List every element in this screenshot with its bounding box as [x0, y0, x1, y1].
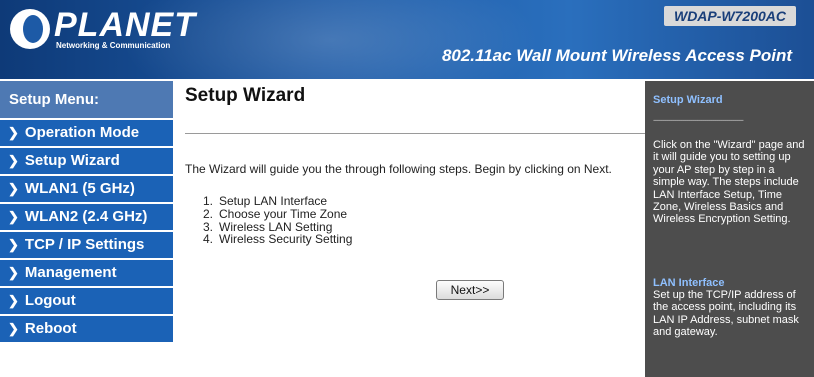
menu-item-label: Operation Mode [24, 124, 140, 141]
planet-logo-icon [10, 9, 50, 49]
chevron-right-icon: ❯ [8, 181, 19, 196]
help-title: Setup Wizard [653, 94, 723, 106]
brand-tagline: Networking & Communication [56, 40, 171, 50]
menu-item-label: Logout [24, 292, 76, 309]
chevron-right-icon: ❯ [8, 125, 19, 140]
wizard-intro-text: The Wizard will guide you the through fo… [185, 162, 612, 176]
menu-item-reboot[interactable]: ❯ Reboot [0, 316, 173, 342]
menu-item-setup-wizard[interactable]: ❯ Setup Wizard [0, 148, 173, 174]
header-banner: PLANET Networking & Communication WDAP-W… [0, 0, 814, 79]
wizard-steps-list: 1. Setup LAN Interface 2. Choose your Time… [203, 195, 352, 246]
menu-item-label: Reboot [24, 320, 77, 337]
chevron-right-icon: ❯ [8, 209, 19, 224]
help-text: Click on the "Wizard" page and it will g… [653, 139, 805, 226]
list-item: 4. Wireless Security Setting [203, 232, 353, 247]
page-title: Setup Wizard [185, 85, 306, 106]
menu-title: Setup Menu: [0, 81, 173, 118]
model-badge: WDAP-W7200AC [663, 6, 796, 26]
menu-item-wlan2[interactable]: ❯ WLAN2 (2.4 GHz) [0, 204, 173, 230]
help-subtitle: LAN Interface [653, 277, 725, 289]
title-divider [185, 133, 645, 134]
chevron-right-icon: ❯ [8, 293, 19, 308]
chevron-right-icon: ❯ [8, 237, 19, 252]
planet-logo: PLANET Networking & Communication [10, 7, 196, 51]
product-title: 802.11ac Wall Mount Wireless Access Poin… [441, 46, 792, 65]
menu-item-management[interactable]: ❯ Management [0, 260, 173, 286]
menu-item-label: WLAN1 (5 GHz) [24, 180, 135, 197]
menu-item-logout[interactable]: ❯ Logout [0, 288, 173, 314]
chevron-right-icon: ❯ [8, 265, 19, 280]
menu-item-operation-mode[interactable]: ❯ Operation Mode [0, 120, 173, 146]
menu-item-label: TCP / IP Settings [24, 236, 145, 253]
chevron-right-icon: ❯ [8, 321, 19, 336]
setup-menu: Setup Menu: ❯ Operation Mode ❯ Setup Wizar… [0, 81, 173, 377]
menu-item-label: WLAN2 (2.4 GHz) [24, 208, 148, 225]
menu-item-label: Setup Wizard [24, 152, 120, 169]
help-panel: Setup Wizard ---------------------------… [645, 81, 814, 377]
menu-item-tcp-ip-settings[interactable]: ❯ TCP / IP Settings [0, 232, 173, 258]
help-separator: ----------------------------------------… [653, 115, 744, 125]
help-subtext: Set up the TCP/IP address of the access … [653, 289, 799, 339]
menu-item-label: Management [24, 264, 117, 281]
chevron-right-icon: ❯ [8, 153, 19, 168]
next-button[interactable]: Next>> [436, 280, 504, 300]
menu-item-wlan1[interactable]: ❯ WLAN1 (5 GHz) [0, 176, 173, 202]
main-content: Setup Wizard The Wizard will guide you t… [173, 81, 645, 377]
brand-name: PLANET [54, 5, 196, 44]
